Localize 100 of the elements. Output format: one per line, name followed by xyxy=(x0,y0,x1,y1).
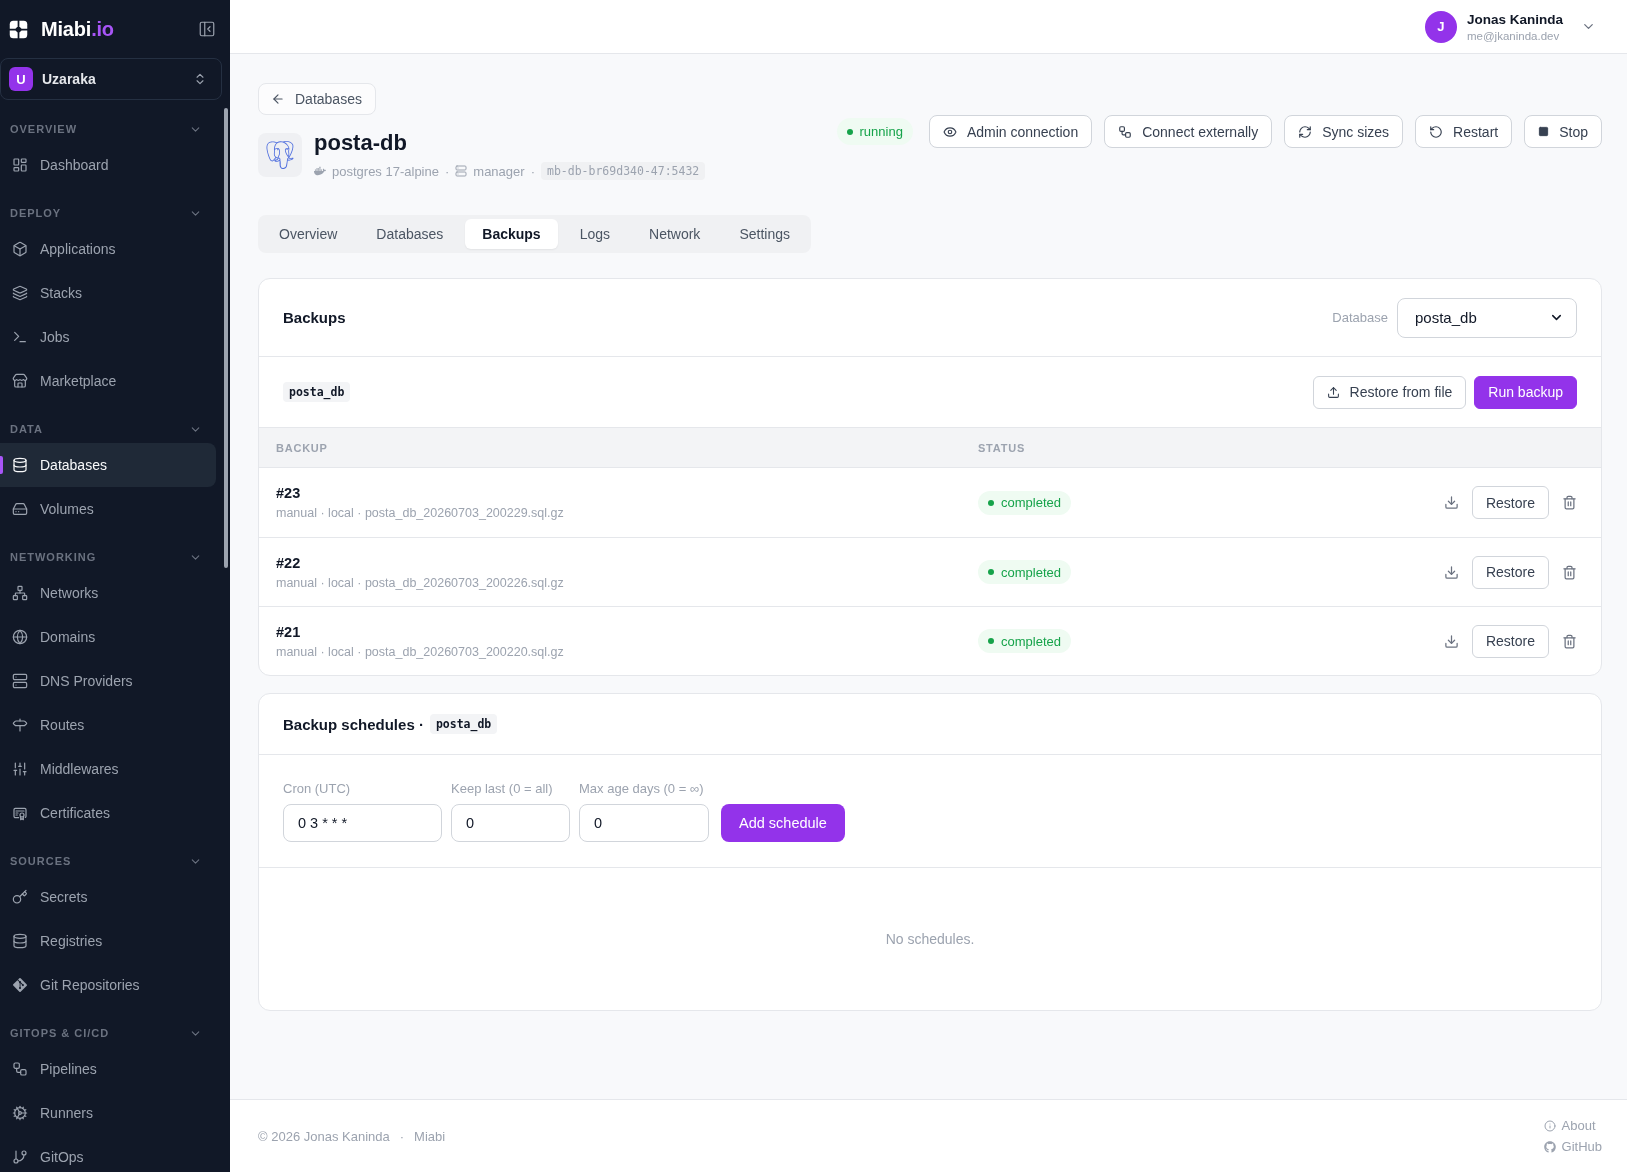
nav-item[interactable]: Jobs xyxy=(0,315,216,359)
stop-icon xyxy=(1538,126,1550,137)
nav-section-toggle[interactable]: NETWORKING xyxy=(0,547,216,567)
nav-item[interactable]: Dashboard xyxy=(0,143,216,187)
info-icon xyxy=(1543,1119,1556,1132)
back-button[interactable]: Databases xyxy=(258,83,376,115)
nav-item[interactable]: GitOps xyxy=(0,1135,216,1172)
nav-item[interactable]: Routes xyxy=(0,703,216,747)
status-dot-icon xyxy=(846,128,853,135)
page-title: posta-db xyxy=(314,130,408,157)
nav-item[interactable]: Middlewares xyxy=(0,747,216,791)
restore-button[interactable]: Restore xyxy=(1471,486,1549,520)
card-title: Backup schedules · xyxy=(283,715,424,733)
field-label: Max age days (0 = ∞) xyxy=(579,781,705,797)
scrollbar-thumb[interactable] xyxy=(224,108,228,568)
tab[interactable]: Logs xyxy=(562,219,627,250)
field-label: Keep last (0 = all) xyxy=(451,781,554,797)
card-title: Backups xyxy=(283,309,346,327)
nav-section-toggle[interactable]: GITOPS & CI/CD xyxy=(0,1023,216,1043)
nav-item[interactable]: Registries xyxy=(0,919,216,963)
hard-drive-icon xyxy=(12,501,28,517)
nav-section-toggle[interactable]: DEPLOY xyxy=(0,203,216,223)
eye-icon xyxy=(942,124,957,139)
add-schedule-button[interactable]: Add schedule xyxy=(721,804,845,843)
status-label: completed xyxy=(1001,633,1061,649)
org-selector[interactable]: U Uzaraka xyxy=(0,58,222,100)
trash-icon[interactable] xyxy=(1562,564,1577,580)
nav-item[interactable]: Domains xyxy=(0,615,216,659)
nav-item[interactable]: Volumes xyxy=(0,487,216,531)
nav-section-toggle[interactable]: DATA xyxy=(0,419,216,439)
image-label: postgres 17-alpine xyxy=(332,163,439,179)
nav-item[interactable]: Secrets xyxy=(0,875,216,919)
signpost-icon xyxy=(12,717,28,733)
nav-item[interactable]: Certificates xyxy=(0,791,216,835)
restore-from-file-button[interactable]: Restore from file xyxy=(1312,375,1467,409)
backup-id: #23 xyxy=(276,485,302,502)
text-input[interactable]: 0 xyxy=(451,804,570,843)
tab[interactable]: Network xyxy=(632,219,718,250)
text-input[interactable]: 0 xyxy=(579,804,709,843)
nav-item[interactable]: Git Repositories xyxy=(0,963,216,1007)
trash-icon[interactable] xyxy=(1562,495,1577,511)
nav-item[interactable]: DNS Providers xyxy=(0,659,216,703)
field-label: Database xyxy=(1332,310,1388,326)
tab[interactable]: Settings xyxy=(722,219,807,250)
status-label: completed xyxy=(1001,495,1061,511)
dashboard-icon xyxy=(12,157,28,173)
sliders-icon xyxy=(12,761,28,777)
header-action-button[interactable]: Stop xyxy=(1524,115,1602,148)
nav-item[interactable]: Marketplace xyxy=(0,359,216,403)
restore-button[interactable]: Restore xyxy=(1471,555,1549,589)
download-icon[interactable] xyxy=(1443,633,1459,649)
status-label: running xyxy=(859,124,903,139)
nav-item[interactable]: Runners xyxy=(0,1091,216,1135)
run-backup-button[interactable]: Run backup xyxy=(1474,375,1577,409)
tab[interactable]: Backups xyxy=(465,219,558,250)
column-header: STATUS xyxy=(978,441,1026,454)
connected-boxes-icon xyxy=(1118,124,1133,139)
nav-item[interactable]: Stacks xyxy=(0,271,216,315)
separator: · xyxy=(444,163,450,179)
collapse-sidebar-icon[interactable] xyxy=(198,20,216,38)
globe-icon xyxy=(12,629,28,645)
backup-id: #22 xyxy=(276,554,302,571)
separator: · xyxy=(530,163,535,179)
refresh-icon xyxy=(1298,124,1313,139)
database-icon xyxy=(12,933,28,949)
copyright-text: © 2026 Jonas Kaninda xyxy=(258,1128,390,1144)
org-avatar: U xyxy=(9,67,33,91)
upload-icon xyxy=(1326,385,1340,399)
tab[interactable]: Overview xyxy=(262,219,355,250)
header-action-button[interactable]: Sync sizes xyxy=(1284,115,1404,148)
download-icon[interactable] xyxy=(1443,564,1459,580)
tab[interactable]: Databases xyxy=(359,219,461,250)
nav-item[interactable]: Networks xyxy=(0,571,216,615)
column-header: BACKUP xyxy=(276,441,329,454)
storefront-icon xyxy=(12,373,28,389)
workflow-icon xyxy=(12,1061,28,1077)
download-icon[interactable] xyxy=(1443,495,1459,511)
database-select[interactable]: posta_db xyxy=(1397,297,1577,338)
user-name: Jonas Kaninda xyxy=(1466,11,1563,27)
gear-icon xyxy=(12,1105,28,1121)
restore-button[interactable]: Restore xyxy=(1471,624,1549,658)
header-action-button[interactable]: Connect externally xyxy=(1104,115,1273,148)
nav-section-toggle[interactable]: SOURCES xyxy=(0,851,216,871)
network-icon xyxy=(12,585,28,601)
elephant-icon xyxy=(258,133,302,178)
user-email: me@jkaninda.dev xyxy=(1466,29,1561,42)
empty-state-text: No schedules. xyxy=(885,931,975,948)
database-tag: posta_db xyxy=(283,382,351,403)
text-input[interactable]: 0 3 * * * xyxy=(283,804,442,843)
status-dot-icon xyxy=(988,569,994,576)
header-action-button[interactable]: Admin connection xyxy=(928,115,1093,148)
nav-item[interactable]: Pipelines xyxy=(0,1047,216,1091)
whale-icon xyxy=(314,165,326,178)
terminal-icon xyxy=(12,329,28,345)
nav-section-toggle[interactable]: OVERVIEW xyxy=(0,119,216,139)
nav-item[interactable]: Applications xyxy=(0,227,216,271)
nav-item[interactable]: Databases xyxy=(0,443,216,487)
header-action-button[interactable]: Restart xyxy=(1415,115,1513,148)
separator: · xyxy=(399,1128,405,1144)
trash-icon[interactable] xyxy=(1562,633,1577,649)
